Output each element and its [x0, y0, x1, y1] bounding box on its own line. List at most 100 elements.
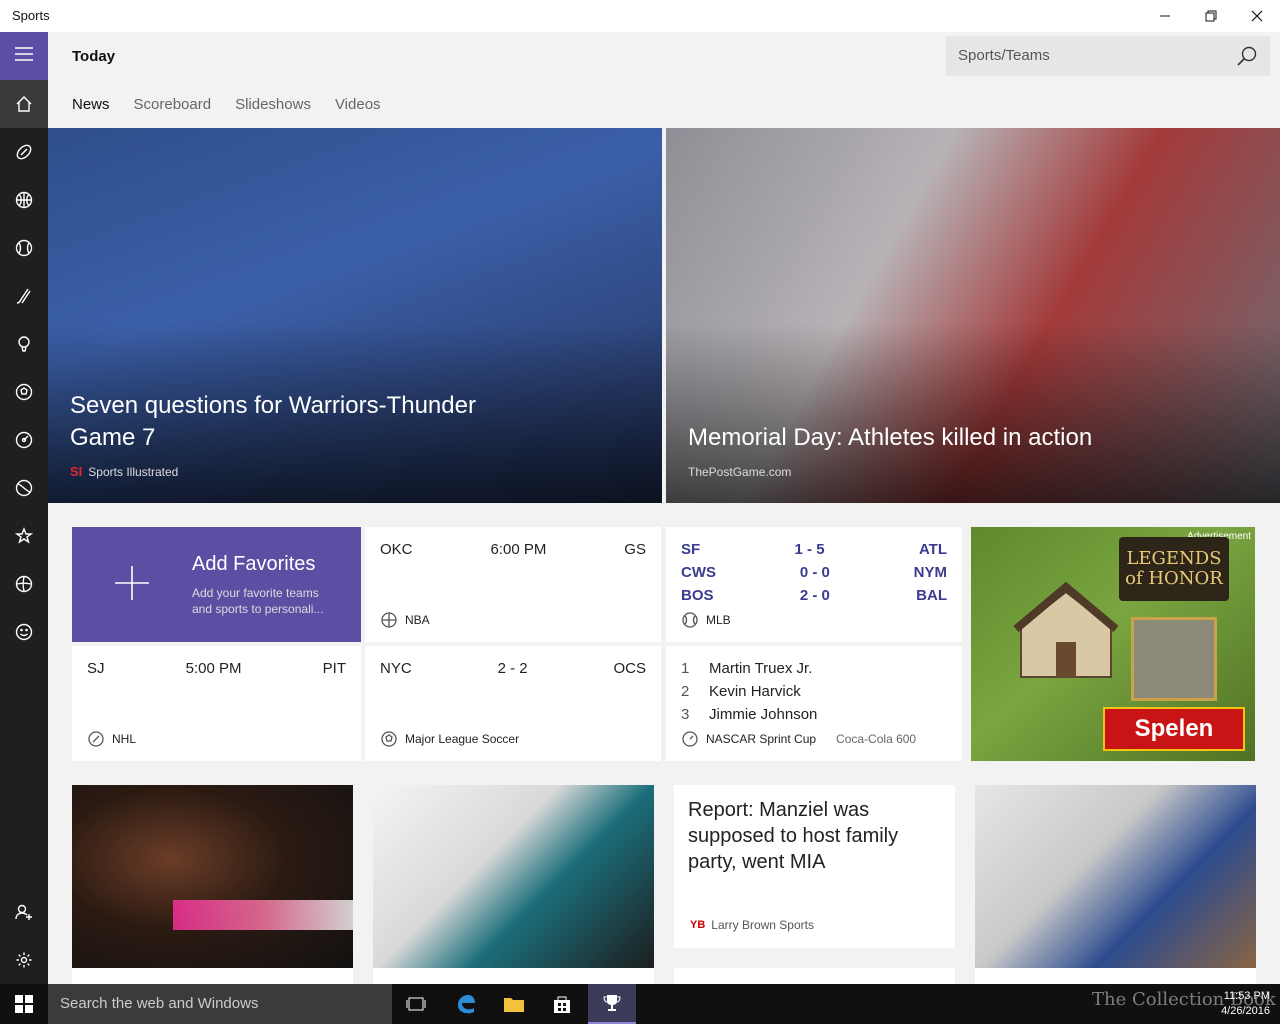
- restore-icon: [1205, 10, 1217, 22]
- rail-item-settings[interactable]: [0, 936, 48, 984]
- add-favorites-tile[interactable]: Add Favorites Add your favorite teams an…: [72, 527, 361, 642]
- rail-item-golf[interactable]: [0, 320, 48, 368]
- sports-app-button[interactable]: [588, 984, 636, 1024]
- mls-score-tile[interactable]: NYC 2 - 2 OCS Major League Soccer: [365, 646, 661, 761]
- mlb-score-tile[interactable]: SF 1 - 5 ATL CWS 0 - 0 NYM BOS 2 - 0 BAL…: [666, 527, 962, 642]
- close-icon: [1251, 10, 1263, 22]
- hero-source-label: Sports Illustrated: [88, 464, 179, 479]
- section-tabs: News Scoreboard Slideshows Videos: [72, 96, 381, 113]
- hero-source-label: ThePostGame.com: [688, 465, 792, 479]
- rail-item-basketball[interactable]: [0, 176, 48, 224]
- taskbar-search-input[interactable]: Search the web and Windows: [48, 984, 392, 1024]
- team-2: BAL: [916, 587, 947, 604]
- card-footer: [674, 968, 955, 984]
- driver-rank: 2: [681, 683, 690, 700]
- nba-score-tile[interactable]: OKC 6:00 PM GS NBA: [365, 527, 661, 642]
- game-time: 5:00 PM: [185, 660, 242, 677]
- racing-icon: [15, 431, 33, 449]
- game-row: CWS 0 - 0 NYM: [681, 564, 947, 581]
- hamburger-menu-button[interactable]: [0, 32, 48, 80]
- more-sports-icon: [15, 575, 33, 593]
- close-button[interactable]: [1234, 0, 1280, 32]
- rail-item-racing[interactable]: [0, 416, 48, 464]
- nascar-standings-tile[interactable]: 1 Martin Truex Jr. 2 Kevin Harvick 3 Jim…: [666, 646, 962, 761]
- story-source-label: Larry Brown Sports: [711, 918, 814, 932]
- tab-videos[interactable]: Videos: [335, 96, 381, 113]
- rail-item-hockey[interactable]: [0, 272, 48, 320]
- rail-item-football[interactable]: [0, 128, 48, 176]
- game-row: SJ 5:00 PM PIT: [87, 660, 346, 677]
- rail-item-home[interactable]: [0, 80, 48, 128]
- rail-item-account[interactable]: [0, 888, 48, 936]
- task-view-button[interactable]: [392, 984, 440, 1024]
- driver-name: Kevin Harvick: [709, 683, 801, 700]
- baseball-icon: [682, 612, 698, 628]
- edge-icon: [458, 995, 475, 1014]
- story-photo-hockey[interactable]: [373, 785, 654, 970]
- advertisement-tile[interactable]: Advertisement LEGENDSof HONOR Spelen: [971, 527, 1255, 761]
- hero-story-memorial-day[interactable]: Memorial Day: Athletes killed in action …: [666, 128, 1280, 503]
- tennis-icon: [15, 479, 33, 497]
- rail-item-more-sports[interactable]: [0, 560, 48, 608]
- score: 2 - 2: [497, 660, 528, 677]
- search-box[interactable]: Sports/Teams: [946, 36, 1270, 76]
- team-1: CWS: [681, 564, 716, 581]
- team-1: BOS: [681, 587, 714, 604]
- story-photo-dodgers[interactable]: [975, 785, 1256, 970]
- edge-browser-button[interactable]: [442, 984, 490, 1024]
- favorites-icon: [15, 527, 33, 544]
- minimize-button[interactable]: [1142, 0, 1188, 32]
- team-1: SF: [681, 541, 701, 558]
- game-row: OKC 6:00 PM GS: [380, 541, 646, 558]
- larry-brown-sports-logo: YB: [690, 919, 706, 931]
- hockey-icon: [16, 288, 31, 304]
- story-photo-thunder[interactable]: [72, 785, 353, 970]
- tab-news[interactable]: News: [72, 96, 110, 113]
- golf-icon: [18, 336, 30, 352]
- rail-item-baseball[interactable]: [0, 224, 48, 272]
- settings-icon: [16, 952, 32, 968]
- hero-headline[interactable]: Seven questions for Warriors-Thunder Gam…: [70, 390, 490, 454]
- game-row: BOS 2 - 0 BAL: [681, 587, 947, 604]
- game-time: 6:00 PM: [490, 541, 547, 558]
- restore-button[interactable]: [1188, 0, 1234, 32]
- hero-story-warriors[interactable]: Seven questions for Warriors-Thunder Gam…: [48, 128, 662, 503]
- title-bar: Sports: [0, 0, 1280, 32]
- league-name: NBA: [405, 613, 430, 627]
- tab-slideshows[interactable]: Slideshows: [235, 96, 311, 113]
- game-row: NYC 2 - 2 OCS: [380, 660, 646, 677]
- ad-play-button[interactable]: Spelen: [1103, 707, 1245, 751]
- nhl-score-tile[interactable]: SJ 5:00 PM PIT NHL: [72, 646, 361, 761]
- league-name: NASCAR Sprint Cup: [706, 732, 817, 746]
- store-button[interactable]: [538, 984, 586, 1024]
- driver-name: Martin Truex Jr.: [709, 660, 813, 677]
- ad-house-illustration: [1013, 581, 1119, 678]
- rail-item-fantasy[interactable]: [0, 608, 48, 656]
- rail-item-favorites[interactable]: [0, 512, 48, 560]
- league-name: Major League Soccer: [405, 732, 520, 746]
- rail-item-tennis[interactable]: [0, 464, 48, 512]
- search-icon[interactable]: [1236, 45, 1258, 67]
- add-favorites-title: Add Favorites: [192, 553, 316, 575]
- story-card-manziel[interactable]: Report: Manziel was supposed to host fam…: [674, 785, 955, 948]
- page-header: Today Sports/Teams News Scoreboard Slide…: [48, 32, 1280, 128]
- page-title: Today: [72, 48, 116, 65]
- rail-item-soccer[interactable]: [0, 368, 48, 416]
- hero-headline[interactable]: Memorial Day: Athletes killed in action: [688, 422, 1248, 454]
- store-bag-icon: [554, 996, 570, 1013]
- soccer-icon: [381, 731, 397, 747]
- home-icon: [16, 96, 32, 112]
- clock-date: 4/26/2016: [1221, 1005, 1270, 1017]
- start-button[interactable]: [0, 984, 48, 1024]
- tab-scoreboard[interactable]: Scoreboard: [134, 96, 212, 113]
- search-input[interactable]: Sports/Teams: [958, 47, 1050, 64]
- baseball-icon: [15, 239, 33, 257]
- league-name: MLB: [706, 613, 731, 627]
- sports-illustrated-logo: SI: [70, 464, 83, 479]
- file-explorer-button[interactable]: [490, 984, 538, 1024]
- system-clock[interactable]: 11:53 PM 4/26/2016: [1221, 989, 1270, 1019]
- fantasy-icon: [15, 623, 33, 641]
- basketball-icon: [15, 191, 33, 209]
- story-title[interactable]: Report: Manziel was supposed to host fam…: [688, 797, 938, 875]
- league-name: NHL: [112, 732, 137, 746]
